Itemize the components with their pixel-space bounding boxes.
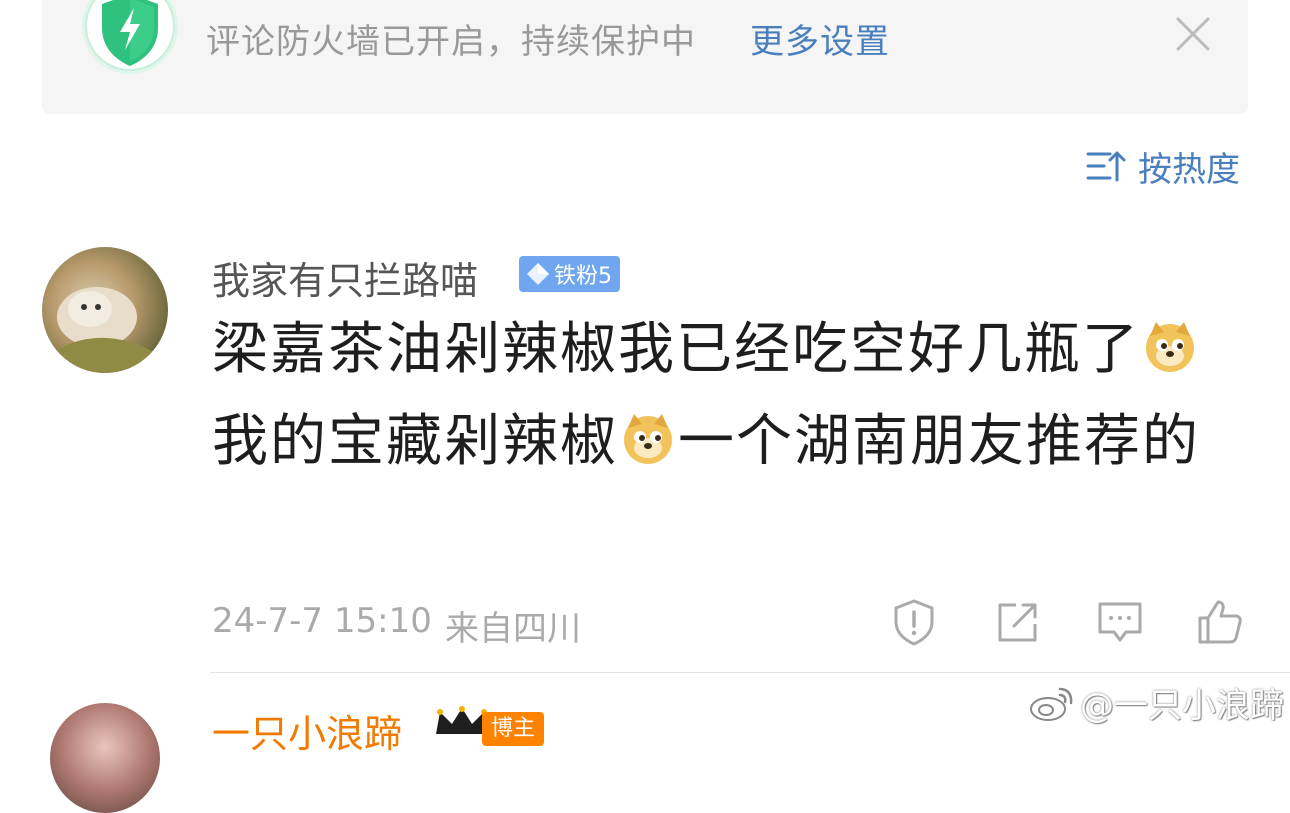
shield-lightning-icon (80, 0, 180, 82)
doge-emoji-icon (624, 414, 672, 464)
comment-text-part-1: 梁嘉茶油剁辣椒我已经吃空好几瓶了 (212, 317, 1140, 382)
diamond-icon (527, 263, 549, 285)
weibo-logo-icon (1030, 687, 1073, 721)
comment-text-part-2: 我的宝藏剁辣椒 (212, 409, 618, 474)
comment-location: 来自四川 (445, 609, 581, 649)
like-button[interactable] (1196, 598, 1244, 646)
comment-icon (1098, 602, 1142, 642)
fan-badge[interactable]: 铁粉5 (519, 256, 620, 292)
comment-text-part-3: 一个湖南朋友推荐的 (678, 409, 1200, 474)
comment-time: 24-7-7 15:10 (212, 601, 432, 641)
sort-by-hot-button[interactable]: 按热度 (1086, 142, 1240, 190)
sort-label: 按热度 (1138, 149, 1240, 190)
share-button[interactable] (994, 598, 1042, 646)
report-icon (894, 599, 934, 646)
sort-icon (1086, 151, 1126, 182)
avatar[interactable] (50, 703, 160, 813)
share-icon (998, 603, 1037, 642)
more-settings-link[interactable]: 更多设置 (750, 14, 890, 63)
avatar[interactable] (42, 247, 168, 373)
close-icon[interactable] (1175, 16, 1211, 52)
comment-text: 梁嘉茶油剁辣椒我已经吃空好几瓶了 我的宝藏剁辣椒 一个湖南朋友推荐的 (212, 304, 1202, 488)
like-icon (1198, 600, 1242, 644)
comment-username[interactable]: 一只小浪蹄 (212, 703, 402, 758)
divider (210, 672, 1290, 673)
watermark-text: @一只小浪蹄 (1080, 686, 1284, 726)
report-button[interactable] (890, 598, 938, 646)
fan-badge-label: 铁粉5 (554, 264, 612, 289)
doge-emoji-icon (1146, 322, 1194, 372)
comment-username[interactable]: 我家有只拦路喵 (212, 250, 478, 305)
firewall-status-text: 评论防火墙已开启，持续保护中 (206, 22, 696, 62)
reply-button[interactable] (1096, 598, 1144, 646)
host-badge: 博主 (482, 712, 544, 746)
watermark: @一只小浪蹄 (1028, 678, 1284, 727)
